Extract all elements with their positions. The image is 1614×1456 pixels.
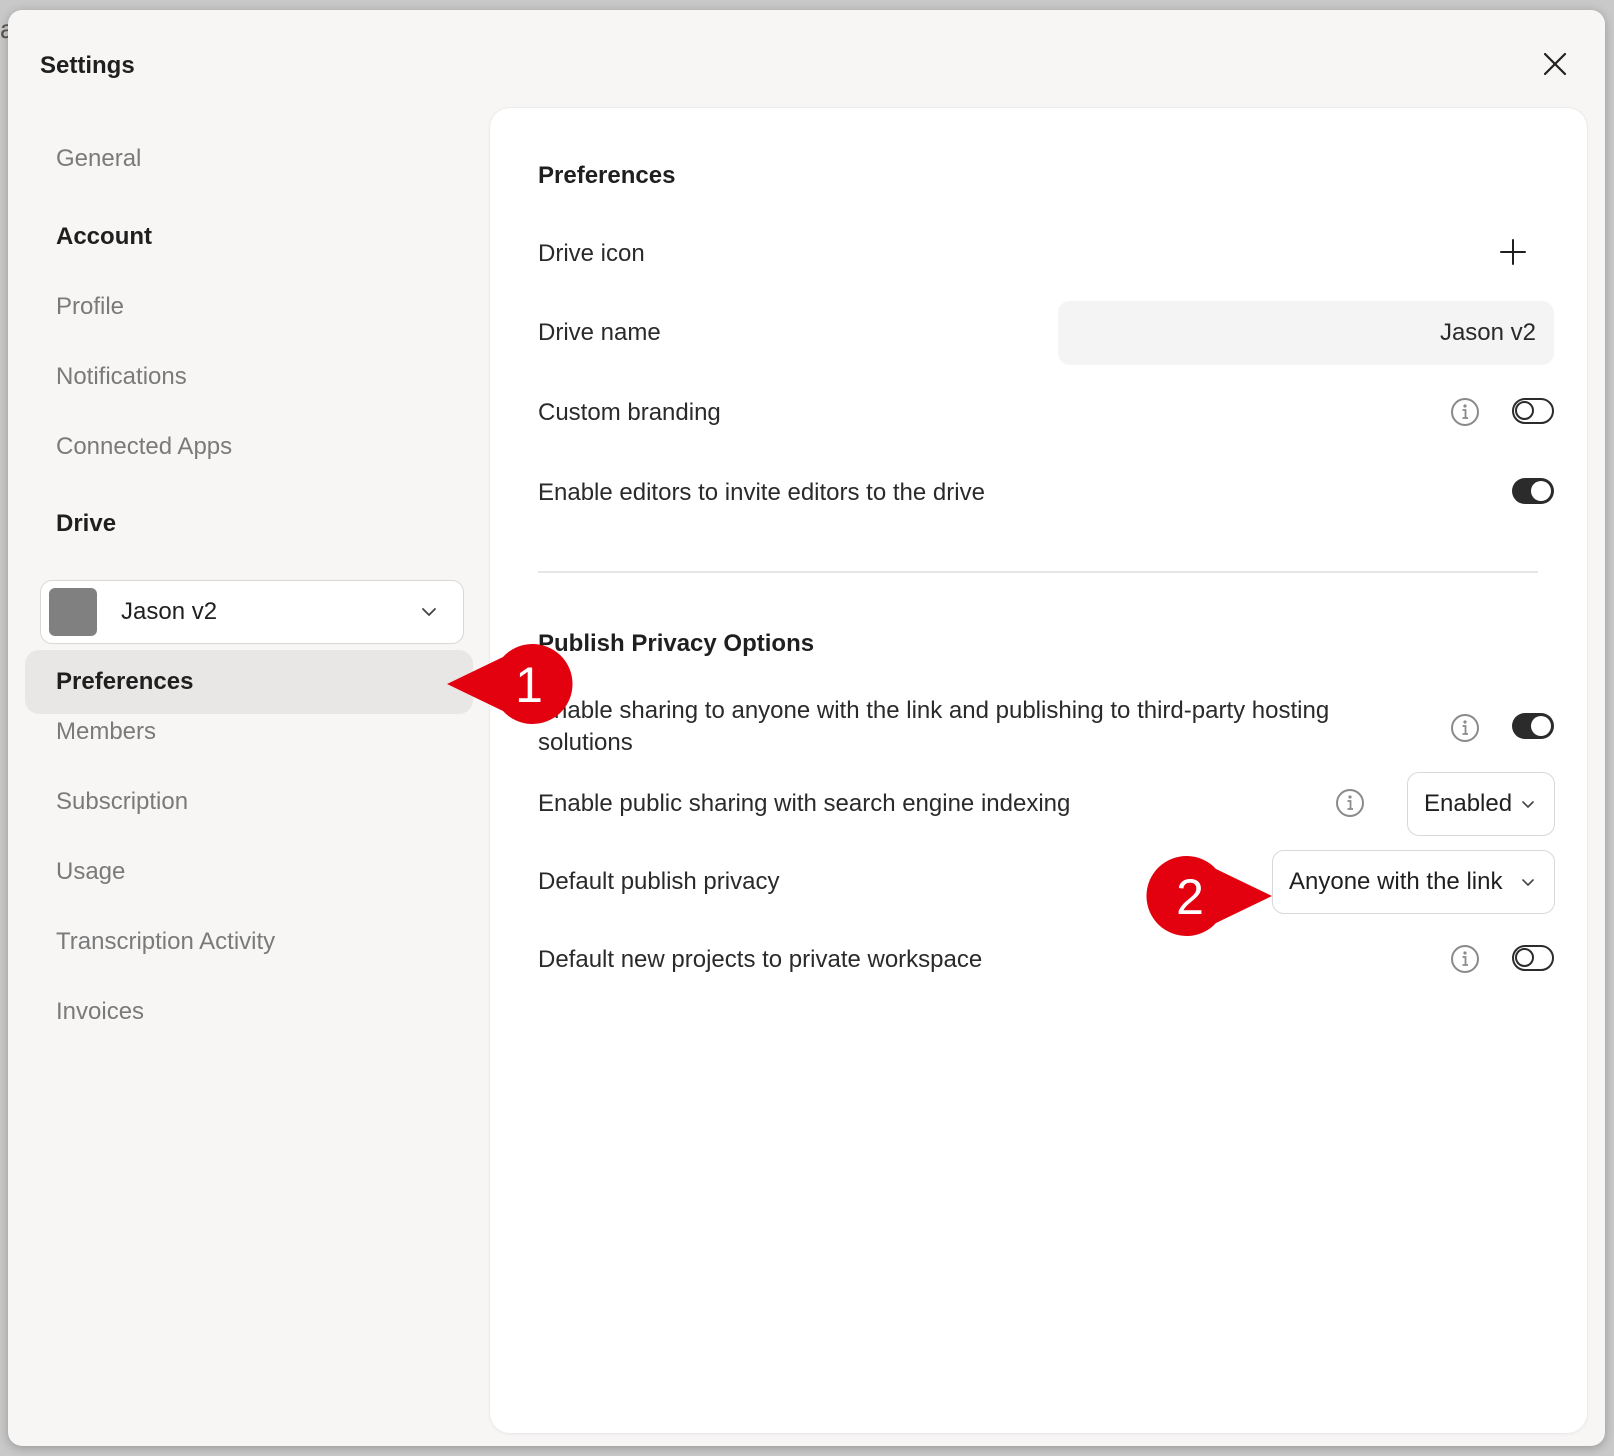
callout-marker-1: 1 (447, 644, 573, 724)
private-workspace-toggle[interactable] (1512, 945, 1554, 971)
sidebar-item-notifications[interactable]: Notifications (56, 363, 187, 391)
settings-modal: Settings General Account Profile Notific… (8, 10, 1605, 1446)
callout-number-1: 1 (515, 657, 543, 713)
info-icon[interactable] (1450, 944, 1480, 974)
search-indexing-select[interactable]: Enabled (1407, 772, 1555, 836)
custom-branding-toggle[interactable] (1512, 398, 1554, 424)
chevron-down-icon (1518, 872, 1538, 892)
modal-title: Settings (40, 52, 135, 79)
close-button[interactable] (1533, 42, 1577, 86)
invite-editors-toggle[interactable] (1512, 478, 1554, 504)
search-indexing-label: Enable public sharing with search engine… (538, 790, 1071, 817)
sharing-toggle[interactable] (1512, 713, 1554, 739)
close-icon (1543, 52, 1567, 76)
custom-branding-label: Custom branding (538, 399, 721, 426)
private-workspace-label: Default new projects to private workspac… (538, 946, 983, 973)
default-privacy-select[interactable]: Anyone with the link (1272, 850, 1555, 914)
callout-marker-2: 2 (1146, 856, 1272, 936)
section-title-preferences: Preferences (538, 162, 676, 189)
sidebar-item-invoices[interactable]: Invoices (56, 998, 144, 1026)
sidebar-item-members[interactable]: Members (56, 718, 156, 746)
info-icon[interactable] (1335, 788, 1365, 818)
drive-selector[interactable]: Jason v2 (40, 580, 464, 644)
divider (538, 571, 1538, 573)
sidebar-item-transcription-activity[interactable]: Transcription Activity (56, 928, 275, 956)
plus-icon (1500, 239, 1526, 265)
drive-selector-label: Jason v2 (121, 598, 218, 625)
drive-name-label: Drive name (538, 319, 661, 346)
callout-number-2: 2 (1176, 869, 1204, 925)
search-indexing-value: Enabled (1424, 790, 1513, 817)
invite-editors-label: Enable editors to invite editors to the … (538, 479, 985, 506)
sidebar-item-subscription[interactable]: Subscription (56, 788, 188, 816)
sidebar-item-profile[interactable]: Profile (56, 293, 124, 321)
sidebar-item-connected-apps[interactable]: Connected Apps (56, 433, 232, 461)
default-privacy-value: Anyone with the link (1289, 868, 1503, 895)
sidebar-heading-drive: Drive (56, 510, 117, 537)
sharing-label: Enable sharing to anyone with the link a… (538, 697, 1330, 756)
chevron-down-icon (1518, 794, 1538, 814)
sidebar-item-preferences[interactable]: Preferences (25, 650, 473, 714)
drive-avatar (49, 588, 97, 636)
chevron-down-icon (419, 602, 439, 622)
sidebar-item-general[interactable]: General (56, 145, 141, 173)
add-drive-icon-button[interactable] (1495, 234, 1531, 270)
info-icon[interactable] (1450, 397, 1480, 427)
drive-icon-label: Drive icon (538, 240, 645, 267)
default-privacy-label: Default publish privacy (538, 868, 780, 895)
drive-name-input[interactable] (1058, 301, 1554, 365)
preferences-panel: Preferences Drive icon Drive name Custom… (490, 108, 1587, 1433)
info-icon[interactable] (1450, 713, 1480, 743)
sidebar-item-usage[interactable]: Usage (56, 858, 125, 886)
sidebar-heading-account: Account (56, 223, 152, 250)
